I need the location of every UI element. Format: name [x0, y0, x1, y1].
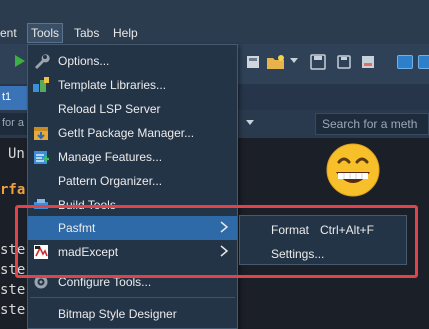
menu-bar: ent Tools Tabs Help [0, 22, 429, 44]
search-input-left[interactable]: for a [0, 113, 30, 135]
save-icon[interactable] [310, 54, 326, 70]
menu-help[interactable]: Help [113, 26, 138, 40]
code-line: rfa [0, 182, 26, 198]
menu-item-configure-tools[interactable]: Configure Tools... [28, 270, 237, 294]
chevron-right-icon [220, 245, 229, 257]
menu-item-madexcept[interactable]: madExcept [28, 240, 237, 264]
menu-item-label: madExcept [58, 245, 119, 259]
chevron-right-icon [220, 221, 229, 233]
menu-item-label: Template Libraries... [58, 78, 167, 92]
getit-package-icon [34, 127, 48, 140]
madexcept-icon [34, 245, 48, 259]
method-search-input[interactable]: Search for a meth [315, 113, 429, 135]
menu-item-options[interactable]: Options... [28, 49, 237, 73]
menu-item-label: Options... [58, 54, 110, 68]
submenu-item-label: Format [271, 223, 310, 237]
chevron-down-icon[interactable] [290, 58, 298, 64]
menu-item-label: GetIt Package Manager... [58, 126, 195, 140]
menu-item-pattern-organizer[interactable]: Pattern Organizer... [28, 169, 237, 193]
layout-icon-2[interactable] [418, 55, 429, 69]
menu-component[interactable]: ent [0, 26, 17, 40]
menu-item-label: Pasfmt [58, 221, 96, 235]
menu-item-manage-features[interactable]: Manage Features... [28, 145, 237, 169]
tools-menu: Options... Template Libraries... Reload … [27, 44, 238, 329]
configure-tools-icon [34, 275, 48, 289]
menu-item-reload-lsp-server[interactable]: Reload LSP Server [28, 97, 237, 121]
menu-item-getit-package-manager[interactable]: GetIt Package Manager... [28, 121, 237, 145]
menu-item-pasfmt[interactable]: Pasfmt [28, 216, 237, 240]
folder-icon[interactable] [266, 54, 286, 70]
save-all-icon[interactable] [336, 54, 352, 70]
menu-item-label: Bitmap Style Designer [58, 307, 177, 321]
wrench-icon [35, 54, 50, 69]
menu-item-bitmap-style-designer[interactable]: Bitmap Style Designer [28, 302, 237, 326]
code-line: ste [0, 282, 26, 298]
title-bar [0, 0, 429, 22]
submenu-item-settings[interactable]: Settings... [240, 241, 406, 265]
menu-item-build-tools[interactable]: Build Tools [28, 193, 237, 209]
template-libraries-icon [33, 77, 49, 92]
menu-item-label: Build Tools [58, 198, 116, 209]
menu-item-label: Reload LSP Server [58, 102, 161, 116]
menu-item-label: Pattern Organizer... [58, 174, 163, 188]
code-line: ste [0, 302, 26, 318]
code-line: Un [8, 146, 25, 162]
toolbar-icon-1[interactable] [245, 54, 261, 70]
shortcut-label: Ctrl+Alt+F [320, 223, 375, 237]
menu-item-template-libraries[interactable]: Template Libraries... [28, 73, 237, 97]
manage-features-icon [34, 151, 49, 164]
build-tools-icon [34, 199, 48, 209]
menu-item-label: Manage Features... [58, 150, 163, 164]
pasfmt-submenu: Format Ctrl+Alt+F Settings... [239, 215, 407, 265]
submenu-item-format[interactable]: Format Ctrl+Alt+F [240, 217, 406, 241]
menu-separator [30, 297, 235, 298]
submenu-item-label: Settings... [271, 247, 325, 261]
chevron-down-icon[interactable] [246, 120, 254, 126]
code-line: ste [0, 262, 26, 278]
grinning-face-emoji-icon [326, 143, 380, 197]
menu-tools[interactable]: Tools [27, 23, 64, 43]
code-line: ste [0, 242, 26, 258]
menu-tabs[interactable]: Tabs [74, 26, 99, 40]
layout-icon[interactable] [397, 55, 413, 69]
run-icon[interactable] [14, 54, 26, 68]
toolbar-icon-2[interactable] [360, 54, 376, 70]
menu-item-label: Configure Tools... [58, 275, 152, 289]
